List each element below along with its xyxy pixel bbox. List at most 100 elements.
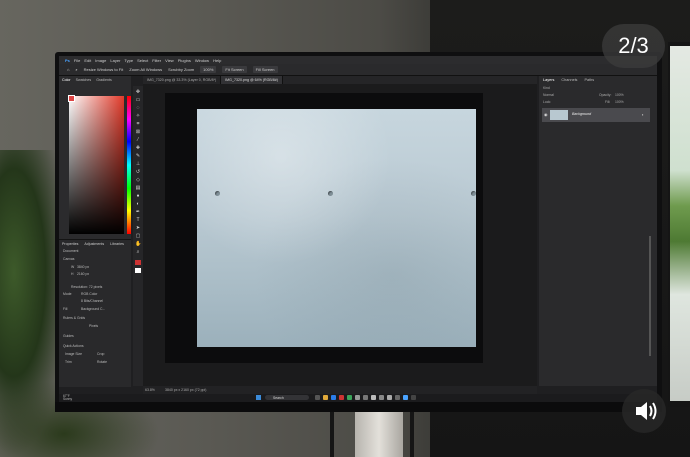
marquee-tool-icon[interactable]: ▭ [135,98,141,103]
path-selection-icon[interactable]: ➤ [135,226,141,231]
tab-gradients[interactable]: Gradients [96,78,112,84]
taskview-icon[interactable] [315,395,320,400]
panel-scrollbar[interactable] [649,236,651,356]
fill-select[interactable]: Background C... [81,307,105,311]
document-label: Document [63,249,79,253]
canvas-area[interactable] [143,84,537,386]
blend-mode-select[interactable]: Normal [543,93,554,97]
pixels-select[interactable]: Pixels [89,324,98,328]
rotate-button[interactable]: Rotate [97,360,107,364]
properties-panel: Properties Adjustments Libraries Documen… [59,239,131,387]
dodge-tool-icon[interactable]: ◐ [135,202,141,207]
app-icon[interactable] [339,395,344,400]
crop-button[interactable]: Crop [97,352,104,356]
tab-adjustments[interactable]: Adjustments [84,242,104,246]
app-icon[interactable] [379,395,384,400]
menu-help[interactable]: Help [213,58,221,63]
app-icon[interactable] [363,395,368,400]
tab-properties[interactable]: Properties [62,242,78,246]
app-icon[interactable] [387,395,392,400]
app-icon[interactable] [395,395,400,400]
gradient-tool-icon[interactable]: ▤ [135,186,141,191]
tab-libraries[interactable]: Libraries [110,242,124,246]
app-icon[interactable] [371,395,376,400]
speaker-icon[interactable] [622,389,666,433]
eyedropper-tool-icon[interactable]: ⁄ [135,138,141,143]
width-label: W [71,265,75,269]
taskbar-search[interactable]: Search [265,395,309,400]
height-value[interactable]: 2160 px [77,272,89,276]
tab-channels[interactable]: Channels [561,78,577,82]
shape-tool-icon[interactable]: ▢ [135,234,141,239]
depth-select[interactable]: 8 Bits/Channel [81,299,103,303]
tab-color[interactable]: Color [62,78,71,84]
tab-paths[interactable]: Paths [584,78,594,82]
windows-start-icon[interactable] [256,395,261,400]
crop-tool-icon[interactable]: ⌗ [135,122,141,127]
image-size-button[interactable]: Image Size [65,352,82,356]
menu-select[interactable]: Select [137,58,148,63]
move-tool-icon[interactable]: ✥ [135,90,141,95]
menu-edit[interactable]: Edit [84,58,91,63]
hand-tool-icon[interactable]: ✋ [135,242,141,247]
brush-tool-icon[interactable]: ✎ [135,154,141,159]
home-icon[interactable]: ⌂ [67,67,69,72]
color-field[interactable] [69,96,124,234]
menu-layer[interactable]: Layer [110,58,120,63]
menu-window[interactable]: Window [195,58,209,63]
foreground-color-icon[interactable] [135,260,141,265]
fill-screen-button[interactable]: Fill Screen [252,66,278,73]
mode-select[interactable]: RGB Color [81,292,97,296]
lock-icon: ▪ [642,112,644,117]
document-canvas[interactable] [165,93,483,363]
current-color-swatch[interactable] [68,95,75,102]
menu-type[interactable]: Type [124,58,133,63]
tab-document-2[interactable]: IMG_7320.png @ 64% (RGB/8#) [221,76,283,84]
zoom-tool-icon[interactable]: ⌕ [135,250,141,255]
menu-filter[interactable]: Filter [152,58,161,63]
menu-view[interactable]: View [165,58,174,63]
tab-document-1[interactable]: IMG_7320.png @ 33.3% (Layer 0, RGB/8*) [143,76,222,84]
tab-layers[interactable]: Layers [543,78,554,82]
zoom-readout[interactable]: 63.8% [145,388,155,392]
pen-tool-icon[interactable]: ✒ [135,210,141,215]
trim-button[interactable]: Trim [65,360,72,364]
explorer-icon[interactable] [323,395,328,400]
eraser-tool-icon[interactable]: ◇ [135,178,141,183]
weather-widget[interactable]: 67°F Sunny [63,394,72,401]
zoom-all-windows-checkbox[interactable]: Zoom All Windows [129,67,162,72]
zoom-tool-icon[interactable]: ⌕ [75,67,77,72]
photoshop-taskbar-icon[interactable] [403,395,408,400]
stamp-tool-icon[interactable]: ⊥ [135,162,141,167]
type-tool-icon[interactable]: T [135,218,141,223]
healing-tool-icon[interactable]: ✚ [135,146,141,151]
fit-screen-button[interactable]: Fit Screen [222,66,247,73]
app-icon[interactable] [355,395,360,400]
layers-panel: Layers Channels Paths Kind Normal Opacit… [539,76,657,386]
scrubby-zoom-checkbox[interactable]: Scrubby Zoom [168,67,194,72]
edge-icon[interactable] [331,395,336,400]
frame-tool-icon[interactable]: ⊠ [135,130,141,135]
layer-row[interactable]: ◉ Background ▪ [542,108,650,122]
menu-file[interactable]: File [74,58,80,63]
lasso-tool-icon[interactable]: ◌ [135,106,141,111]
tab-swatches[interactable]: Swatches [76,78,92,84]
fill-value[interactable]: 100% [615,100,624,104]
app-icon[interactable] [411,395,416,400]
blur-tool-icon[interactable]: ● [135,194,141,199]
menu-plugins[interactable]: Plugins [178,58,191,63]
monitor: Ps File Edit Image Layer Type Select Fil… [55,52,662,412]
magic-wand-icon[interactable]: ✧ [135,114,141,119]
opacity-value[interactable]: 100% [615,93,624,97]
menu-image[interactable]: Image [95,58,106,63]
resize-windows-checkbox[interactable]: Resize Windows to Fit [84,67,124,72]
kind-filter[interactable]: Kind [543,86,550,90]
fill-label: Fill [63,307,68,311]
visibility-eye-icon[interactable]: ◉ [544,112,548,117]
history-brush-icon[interactable]: ↺ [135,170,141,175]
width-value[interactable]: 3840 px [77,265,89,269]
background-color-icon[interactable] [135,268,141,273]
app-icon[interactable] [347,395,352,400]
hue-slider[interactable] [127,96,131,234]
zoom-100-button[interactable]: 100% [200,66,217,73]
